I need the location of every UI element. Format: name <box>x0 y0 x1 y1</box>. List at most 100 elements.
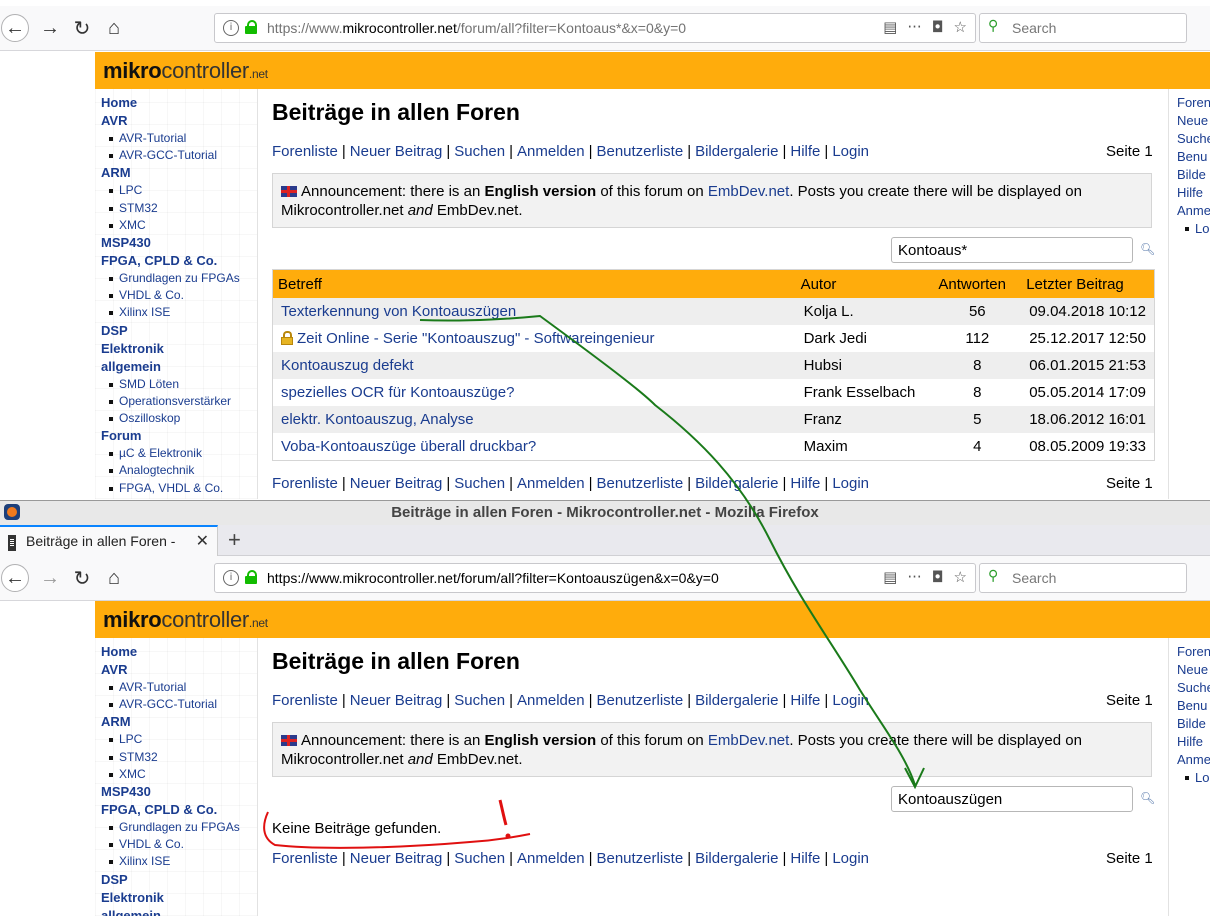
nav-link-hilfe[interactable]: Hilfe <box>790 475 820 492</box>
home-button[interactable]: ⌂ <box>100 564 128 592</box>
sidebar-section-link[interactable]: FPGA, CPLD & Co. <box>101 802 217 817</box>
sidebar-section-link[interactable]: DSP <box>101 323 128 338</box>
new-tab-button[interactable]: + <box>228 527 241 553</box>
sidebar-item-link[interactable]: STM32 <box>109 201 158 215</box>
back-button[interactable]: ← <box>1 14 29 42</box>
thread-link[interactable]: Voba-Kontoauszüge überall druckbar? <box>281 438 536 455</box>
sidebar-item-link[interactable]: Xilinx ISE <box>108 854 170 868</box>
forward-button[interactable]: → <box>36 14 64 42</box>
sidebar-item-link[interactable]: Xilinx ISE <box>108 305 170 319</box>
nav-link-anmelden[interactable]: Anmelden <box>517 143 585 160</box>
sidebar-item-link[interactable]: FPGA, VHDL & Co. <box>108 481 223 495</box>
reader-view-icon[interactable]: ▤ <box>883 568 897 586</box>
sidebar-item-link[interactable]: LPC <box>108 732 142 746</box>
column-header[interactable]: Letzter Beitrag <box>1021 269 1155 298</box>
nav-link-suchen[interactable]: Suchen <box>454 850 505 867</box>
right-sidebar-link[interactable]: Bilde <box>1177 167 1206 182</box>
sidebar-section-link[interactable]: MSP430 <box>101 235 151 250</box>
right-sidebar-link[interactable]: Anme <box>1177 203 1210 218</box>
sidebar-section-link[interactable]: DSP <box>101 872 128 887</box>
url-bar[interactable]: i https://www.mikrocontroller.net/forum/… <box>214 563 976 593</box>
url-text[interactable]: https://www.mikrocontroller.net/forum/al… <box>267 570 719 586</box>
right-sidebar-link[interactable]: Neue <box>1177 662 1208 677</box>
sidebar-section-link[interactable]: FPGA, CPLD & Co. <box>101 253 217 268</box>
sidebar-section-link[interactable]: allgemein <box>101 908 161 916</box>
right-sidebar-link[interactable]: Benu <box>1177 149 1207 164</box>
url-bar[interactable]: i https://www.mikrocontroller.net/forum/… <box>214 13 976 43</box>
thread-link[interactable]: Kontoauszug defekt <box>281 357 414 374</box>
sidebar-section-link[interactable]: Home <box>101 95 137 110</box>
right-sidebar-link[interactable]: Bilde <box>1177 716 1206 731</box>
sidebar-section-link[interactable]: allgemein <box>101 359 161 374</box>
nav-link-benutzerliste[interactable]: Benutzerliste <box>596 475 683 492</box>
nav-link-anmelden[interactable]: Anmelden <box>517 475 585 492</box>
nav-link-anmelden[interactable]: Anmelden <box>517 692 585 709</box>
search-icon[interactable]: 🔍︎ <box>1140 791 1155 805</box>
right-sidebar-link[interactable]: Lo <box>1184 221 1209 236</box>
sidebar-item-link[interactable]: VHDL & Co. <box>109 837 184 851</box>
sidebar-item-link[interactable]: STM32 <box>109 750 158 764</box>
home-button[interactable]: ⌂ <box>100 14 128 42</box>
nav-link-forenliste[interactable]: Forenliste <box>272 692 338 709</box>
search-icon[interactable]: 🔍︎ <box>1140 242 1155 256</box>
nav-link-anmelden[interactable]: Anmelden <box>517 850 585 867</box>
nav-link-neuer-beitrag[interactable]: Neuer Beitrag <box>350 850 443 867</box>
nav-link-benutzerliste[interactable]: Benutzerliste <box>596 692 683 709</box>
sidebar-item-link[interactable]: Oszilloskop <box>108 411 180 425</box>
nav-link-login[interactable]: Login <box>832 143 869 160</box>
sidebar-section-link[interactable]: AVR <box>101 662 127 677</box>
info-icon[interactable]: i <box>223 570 239 586</box>
nav-link-login[interactable]: Login <box>832 850 869 867</box>
nav-link-hilfe[interactable]: Hilfe <box>790 143 820 160</box>
sidebar-section-link[interactable]: ARM <box>101 714 131 729</box>
right-sidebar-link[interactable]: Benu <box>1177 698 1207 713</box>
sidebar-item-link[interactable]: Grundlagen zu FPGAs <box>109 271 240 285</box>
sidebar-item-link[interactable]: Analogtechnik <box>108 463 194 477</box>
sidebar-item-link[interactable]: VHDL & Co. <box>109 288 184 302</box>
reload-button[interactable]: ↻ <box>68 14 96 42</box>
sidebar-item-link[interactable]: AVR-Tutorial <box>108 680 186 694</box>
nav-link-hilfe[interactable]: Hilfe <box>790 692 820 709</box>
right-sidebar-link[interactable]: Neue <box>1177 113 1208 128</box>
sidebar-section-link[interactable]: ARM <box>101 165 131 180</box>
right-sidebar-link[interactable]: Suche <box>1177 680 1210 695</box>
nav-link-login[interactable]: Login <box>832 692 869 709</box>
right-sidebar-link[interactable]: Suche <box>1177 131 1210 146</box>
sidebar-section-link[interactable]: Elektronik <box>101 890 164 905</box>
sidebar-item-link[interactable]: SMD Löten <box>108 377 179 391</box>
sidebar-section-link[interactable]: Forum <box>101 428 141 443</box>
reload-button[interactable]: ↻ <box>68 564 96 592</box>
page-actions-icon[interactable]: ··· <box>907 18 921 36</box>
nav-link-bildergalerie[interactable]: Bildergalerie <box>695 475 778 492</box>
sidebar-section-link[interactable]: AVR <box>101 113 127 128</box>
sidebar-section-link[interactable]: MSP430 <box>101 784 151 799</box>
site-logo[interactable]: mikrocontroller.net <box>103 607 268 633</box>
pocket-icon[interactable]: ◘ <box>932 18 944 36</box>
tab-active[interactable]: Beiträge in allen Foren - ✕ <box>0 525 218 556</box>
right-sidebar-link[interactable]: Lo <box>1184 770 1209 785</box>
sidebar-item-link[interactable]: µC & Elektronik <box>109 446 202 460</box>
sidebar-item-link[interactable]: LPC <box>108 183 142 197</box>
browser-search-bar[interactable]: ⚲ Search <box>979 563 1187 593</box>
thread-link[interactable]: Texterkennung von Kontoauszügen <box>281 303 516 320</box>
column-header[interactable]: Betreff <box>272 269 796 298</box>
column-header[interactable]: Antworten <box>933 269 1022 298</box>
forum-search-input[interactable]: Kontoauszügen <box>891 786 1133 812</box>
nav-link-benutzerliste[interactable]: Benutzerliste <box>596 143 683 160</box>
sidebar-item-link[interactable]: Operationsverstärker <box>108 394 231 408</box>
site-logo[interactable]: mikrocontroller.net <box>103 58 268 84</box>
bookmark-star-icon[interactable]: ☆ <box>954 568 967 586</box>
pocket-icon[interactable]: ◘ <box>932 568 944 586</box>
bookmark-star-icon[interactable]: ☆ <box>954 18 967 36</box>
nav-link-hilfe[interactable]: Hilfe <box>790 850 820 867</box>
nav-link-login[interactable]: Login <box>832 475 869 492</box>
right-sidebar-link[interactable]: Foren <box>1177 644 1210 659</box>
right-sidebar-link[interactable]: Hilfe <box>1177 185 1203 200</box>
url-text[interactable]: https://www.mikrocontroller.net/forum/al… <box>267 20 686 36</box>
nav-link-forenliste[interactable]: Forenliste <box>272 475 338 492</box>
reader-view-icon[interactable]: ▤ <box>883 18 897 36</box>
nav-link-forenliste[interactable]: Forenliste <box>272 850 338 867</box>
right-sidebar-link[interactable]: Anme <box>1177 752 1210 767</box>
sidebar-item-link[interactable]: AVR-GCC-Tutorial <box>108 697 217 711</box>
sidebar-item-link[interactable]: XMC <box>109 218 146 232</box>
